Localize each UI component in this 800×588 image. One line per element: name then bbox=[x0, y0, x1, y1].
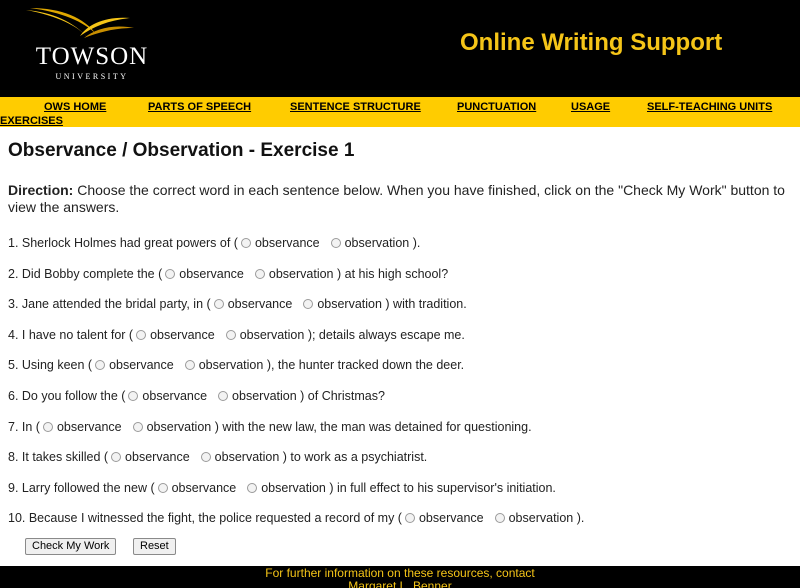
radio-observation[interactable] bbox=[254, 268, 265, 279]
question-row: 2. Did Bobby complete the ( observance obs… bbox=[8, 266, 792, 282]
option-label-observation[interactable]: observation bbox=[317, 297, 382, 311]
option-label-observation[interactable]: observation bbox=[147, 420, 212, 434]
question-row: 3. Jane attended the bridal party, in ( o… bbox=[8, 296, 792, 312]
nav-parts-of-speech[interactable]: PARTS OF SPEECH bbox=[148, 101, 251, 113]
radio-observation[interactable] bbox=[330, 238, 341, 248]
option-label-observance[interactable]: observance bbox=[57, 420, 122, 434]
radio-observation[interactable] bbox=[303, 299, 314, 310]
question-row: 8. It takes skilled ( observance observati… bbox=[8, 449, 792, 465]
option-label-observance[interactable]: observance bbox=[109, 358, 174, 372]
radio-observance[interactable] bbox=[240, 238, 251, 248]
radio-observation[interactable] bbox=[184, 360, 195, 371]
main-nav: OWS HOME PARTS OF SPEECH SENTENCE STRUCT… bbox=[0, 97, 800, 127]
option-label-observance[interactable]: observance bbox=[172, 481, 237, 495]
option-label-observation[interactable]: observation bbox=[345, 236, 410, 250]
radio-observance[interactable] bbox=[136, 329, 147, 340]
question-text-after: ) to work as a psychiatrist. bbox=[282, 450, 428, 465]
question-row: 5. Using keen ( observance observation ), … bbox=[8, 357, 792, 373]
question-text-before: 6. Do you follow the ( bbox=[8, 389, 126, 403]
question-text-after: ). bbox=[576, 511, 585, 526]
footer-contact-name[interactable]: Margaret L. Benner bbox=[0, 580, 800, 588]
radio-observation[interactable] bbox=[247, 482, 258, 493]
site-header: TOWSON UNIVERSITY Online Writing Support bbox=[0, 0, 800, 97]
radio-observance[interactable] bbox=[95, 360, 106, 371]
radio-observation[interactable] bbox=[132, 421, 143, 432]
question-text-after: ) at his high school? bbox=[336, 266, 449, 281]
question-text-after: ) in full effect to his supervisor's ini… bbox=[329, 480, 556, 495]
logo-wordmark: TOWSON bbox=[35, 43, 149, 70]
radio-observance[interactable] bbox=[213, 299, 224, 310]
question-text-before: 5. Using keen ( bbox=[8, 358, 93, 373]
option-label-observance[interactable]: observance bbox=[150, 328, 215, 342]
option-label-observance[interactable]: observance bbox=[142, 389, 207, 403]
radio-observation[interactable] bbox=[225, 329, 236, 340]
question-row: 10. Because I witnessed the fight, the p… bbox=[8, 510, 792, 526]
towson-logo[interactable]: TOWSON UNIVERSITY bbox=[22, 6, 152, 86]
question-text-before: 9. Larry followed the new ( bbox=[8, 480, 155, 495]
question-text-before: 7. In ( bbox=[8, 419, 40, 434]
question-text-before: 1. Sherlock Holmes had great powers of ( bbox=[8, 236, 238, 250]
site-title: Online Writing Support bbox=[460, 29, 723, 56]
option-label-observance[interactable]: observance bbox=[419, 511, 484, 525]
question-text-after: ); details always escape me. bbox=[307, 327, 465, 342]
radio-observation[interactable] bbox=[494, 513, 505, 524]
radio-observance[interactable] bbox=[111, 452, 122, 463]
option-label-observation[interactable]: observation bbox=[199, 358, 264, 372]
nav-self-teaching-units[interactable]: SELF-TEACHING UNITS bbox=[647, 101, 772, 113]
question-text-after: ) of Christmas? bbox=[300, 389, 385, 403]
question-row: 1. Sherlock Holmes had great powers of (… bbox=[8, 235, 792, 251]
option-label-observance[interactable]: observance bbox=[179, 267, 244, 281]
option-label-observation[interactable]: observation bbox=[215, 450, 280, 464]
question-text-after: ) with the new law, the man was detained… bbox=[214, 419, 532, 434]
question-text-before: 8. It takes skilled ( bbox=[8, 450, 109, 465]
question-text-after: ), the hunter tracked down the deer. bbox=[266, 358, 465, 373]
direction-text: Direction: Choose the correct word in ea… bbox=[8, 182, 792, 216]
site-footer: For further information on these resourc… bbox=[0, 566, 800, 588]
question-text-after: ). bbox=[412, 236, 421, 250]
direction-body: Choose the correct word in each sentence… bbox=[8, 182, 785, 215]
radio-observance[interactable] bbox=[404, 513, 415, 524]
option-label-observance[interactable]: observance bbox=[255, 236, 320, 250]
question-text-before: 4. I have no talent for ( bbox=[8, 327, 134, 342]
option-label-observation[interactable]: observation bbox=[509, 511, 574, 525]
question-row: 9. Larry followed the new ( observance obs… bbox=[8, 480, 792, 496]
question-text-before: 2. Did Bobby complete the ( bbox=[8, 266, 163, 281]
reset-button[interactable]: Reset bbox=[133, 538, 176, 555]
page-title: Observance / Observation - Exercise 1 bbox=[8, 140, 355, 161]
radio-observation[interactable] bbox=[218, 391, 229, 401]
option-label-observance[interactable]: observance bbox=[125, 450, 190, 464]
question-row: 7. In ( observance observation ) with the … bbox=[8, 419, 792, 435]
question-text-before: 10. Because I witnessed the fight, the p… bbox=[8, 511, 402, 526]
option-label-observation[interactable]: observation bbox=[269, 267, 334, 281]
radio-observation[interactable] bbox=[200, 452, 211, 463]
nav-exercises[interactable]: EXERCISES bbox=[0, 115, 63, 127]
question-row: 4. I have no talent for ( observance obser… bbox=[8, 327, 792, 343]
nav-usage[interactable]: USAGE bbox=[571, 101, 610, 113]
radio-observance[interactable] bbox=[42, 421, 53, 432]
option-label-observation[interactable]: observation bbox=[261, 481, 326, 495]
logo-subtitle: UNIVERSITY bbox=[55, 72, 129, 81]
radio-observance[interactable] bbox=[165, 268, 176, 279]
option-label-observance[interactable]: observance bbox=[228, 297, 293, 311]
check-my-work-button[interactable]: Check My Work bbox=[25, 538, 117, 555]
question-text-after: ) with tradition. bbox=[385, 297, 467, 312]
flame-icon bbox=[26, 8, 134, 38]
direction-label: Direction: bbox=[8, 182, 74, 198]
nav-ows-home[interactable]: OWS HOME bbox=[44, 101, 106, 113]
radio-observance[interactable] bbox=[157, 482, 168, 493]
nav-punctuation[interactable]: PUNCTUATION bbox=[457, 101, 536, 113]
radio-observance[interactable] bbox=[128, 391, 139, 401]
question-row: 6. Do you follow the ( observance observat… bbox=[8, 388, 792, 404]
option-label-observation[interactable]: observation bbox=[232, 389, 297, 403]
option-label-observation[interactable]: observation bbox=[240, 328, 305, 342]
nav-sentence-structure[interactable]: SENTENCE STRUCTURE bbox=[290, 101, 421, 113]
question-text-before: 3. Jane attended the bridal party, in ( bbox=[8, 297, 211, 312]
